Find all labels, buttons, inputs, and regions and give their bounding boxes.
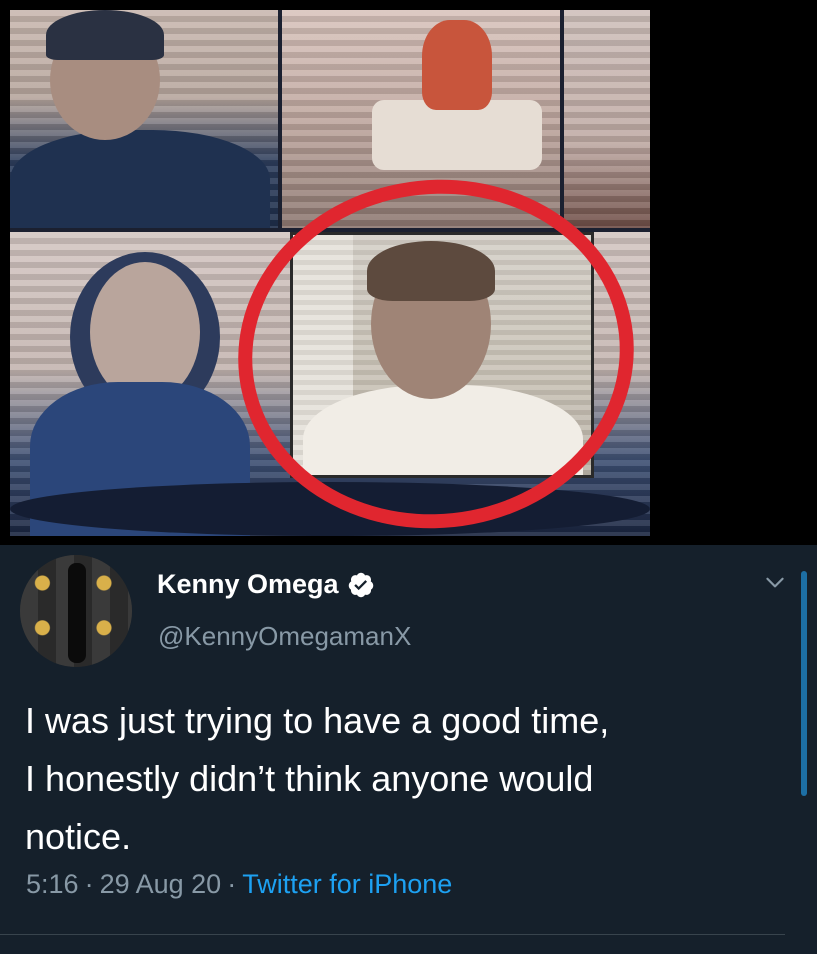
display-name[interactable]: Kenny Omega	[157, 569, 339, 600]
avatar[interactable]	[20, 555, 132, 667]
tweet-text: I was just trying to have a good time, I…	[25, 692, 785, 866]
call-participant-tile	[10, 10, 278, 228]
meta-separator: ·	[227, 869, 237, 899]
author-handle[interactable]: @KennyOmegamanX	[158, 621, 411, 652]
divider	[0, 934, 785, 935]
tweet-text-line: notice.	[25, 816, 132, 857]
chevron-down-icon[interactable]	[762, 569, 788, 595]
verified-badge-icon	[348, 572, 373, 597]
tweet-text-line: I honestly didn’t think anyone would	[25, 758, 594, 799]
tweet-card[interactable]: Kenny Omega @KennyOmegamanX I was just t…	[0, 545, 817, 954]
meta-separator: ·	[84, 869, 94, 899]
scrollbar[interactable]	[801, 571, 807, 796]
author-name-row[interactable]: Kenny Omega	[157, 569, 375, 600]
tweet-text-line: I was just trying to have a good time,	[25, 700, 610, 741]
tweet-date[interactable]: 29 Aug 20	[100, 869, 222, 899]
video-call-image	[10, 10, 650, 536]
tweet-metadata: 5:16 · 29 Aug 20 · Twitter for iPhone	[26, 869, 452, 900]
call-participant-tile	[564, 10, 650, 228]
tweet-source-link[interactable]: Twitter for iPhone	[242, 869, 452, 899]
tweet-time[interactable]: 5:16	[26, 869, 79, 899]
